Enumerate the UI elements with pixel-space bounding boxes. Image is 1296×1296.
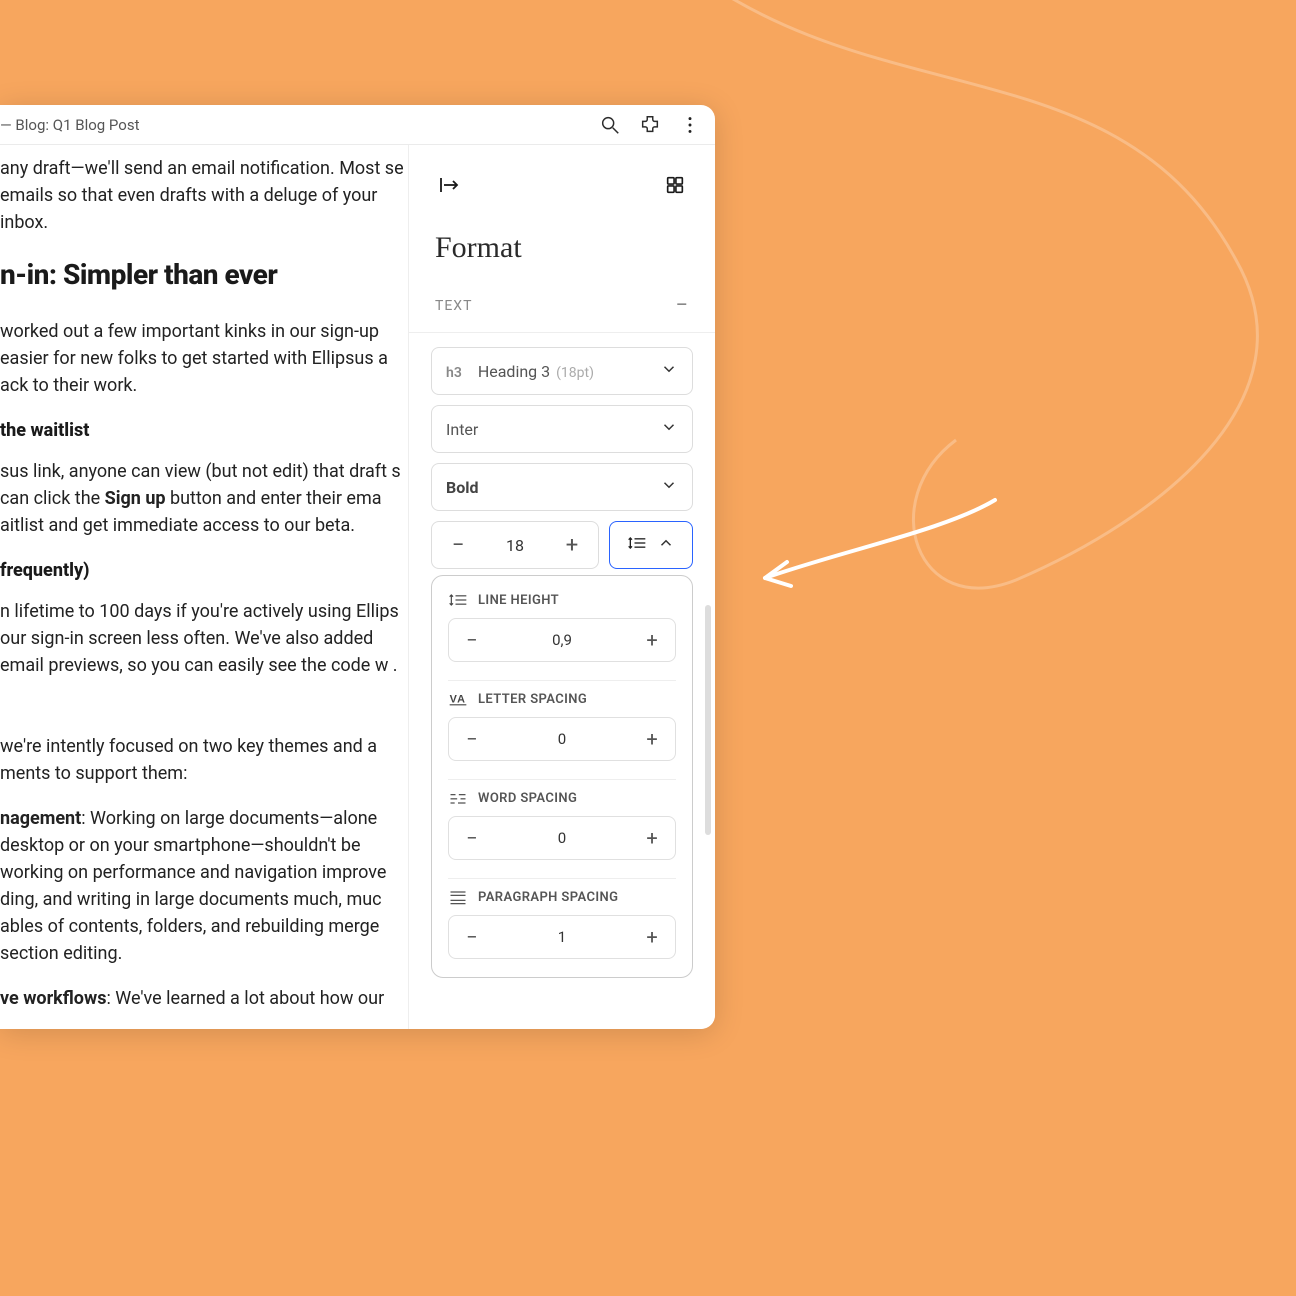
font-size-stepper[interactable]: − 18 + (431, 521, 599, 569)
letter-spacing-stepper[interactable]: − 0 + (448, 717, 676, 761)
app-window: — Blog: Q1 Blog Post any draft—we'll sen… (0, 105, 715, 1029)
paragraph-spacing-stepper[interactable]: − 1 + (448, 915, 676, 959)
divider (448, 878, 676, 879)
doc-heading-2: n-in: Simpler than ever (0, 254, 408, 296)
heading-style-select[interactable]: h3 Heading 3 (18pt) (431, 347, 693, 395)
decrement-button[interactable]: − (455, 722, 489, 756)
doc-paragraph: worked out a few important kinks in our … (0, 318, 408, 399)
font-size-value: 18 (476, 536, 554, 555)
chevron-down-icon (660, 418, 678, 440)
collapse-section-icon[interactable]: − (675, 293, 689, 318)
paragraph-spacing-label: PARAGRAPH SPACING (478, 890, 618, 905)
search-icon[interactable] (599, 114, 621, 136)
word-spacing-label: WORD SPACING (478, 791, 577, 806)
doc-paragraph: ve workflows: We've learned a lot about … (0, 985, 408, 1012)
chevron-down-icon (660, 476, 678, 498)
increment-button[interactable]: + (635, 920, 669, 954)
doc-paragraph: we're intently focused on two key themes… (0, 733, 408, 787)
doc-paragraph: n lifetime to 100 days if you're activel… (0, 598, 408, 679)
more-options-icon[interactable] (679, 114, 701, 136)
spacing-panel: LINE HEIGHT − 0,9 + VA (431, 575, 693, 978)
svg-text:A: A (457, 693, 465, 705)
doc-heading-3: frequently) (0, 557, 408, 584)
increment-button[interactable]: + (635, 821, 669, 855)
letter-spacing-value: 0 (489, 730, 635, 748)
divider (448, 779, 676, 780)
font-weight-select[interactable]: Bold (431, 463, 693, 511)
line-height-label: LINE HEIGHT (478, 593, 559, 608)
increment-button[interactable]: + (554, 527, 590, 563)
document-editor[interactable]: any draft—we'll send an email notificati… (0, 145, 408, 1029)
increment-button[interactable]: + (635, 722, 669, 756)
doc-paragraph: sus link, anyone can view (but not edit)… (0, 458, 408, 539)
word-spacing-stepper[interactable]: − 0 + (448, 816, 676, 860)
line-spacing-icon (627, 533, 647, 557)
collapse-panel-icon[interactable] (435, 171, 463, 199)
paragraph-spacing-icon (448, 887, 468, 907)
spacing-options-toggle[interactable] (609, 521, 693, 569)
panel-title: Format (409, 225, 715, 285)
doc-paragraph: any draft—we'll send an email notificati… (0, 155, 408, 236)
decrement-button[interactable]: − (455, 920, 489, 954)
panel-scrollbar[interactable] (705, 605, 711, 835)
doc-heading-3: the waitlist (0, 417, 408, 444)
letter-spacing-icon: VA (448, 689, 468, 709)
line-height-icon (448, 590, 468, 610)
word-spacing-icon (448, 788, 468, 808)
letter-spacing-label: LETTER SPACING (478, 692, 587, 707)
section-text-label: TEXT (435, 298, 472, 314)
divider (409, 332, 715, 333)
window-title: — Blog: Q1 Blog Post (0, 116, 140, 134)
increment-button[interactable]: + (635, 623, 669, 657)
grid-view-icon[interactable] (661, 171, 689, 199)
font-family-select[interactable]: Inter (431, 405, 693, 453)
format-panel: Format TEXT − h3 Heading 3 (18pt) (408, 145, 715, 1029)
paragraph-spacing-value: 1 (489, 928, 635, 946)
decrement-button[interactable]: − (455, 623, 489, 657)
line-height-stepper[interactable]: − 0,9 + (448, 618, 676, 662)
decrement-button[interactable]: − (440, 527, 476, 563)
chevron-up-icon (657, 534, 675, 556)
hint-arrow (745, 490, 1005, 600)
word-spacing-value: 0 (489, 829, 635, 847)
line-height-value: 0,9 (489, 631, 635, 649)
extensions-icon[interactable] (639, 114, 661, 136)
decrement-button[interactable]: − (455, 821, 489, 855)
divider (448, 680, 676, 681)
doc-paragraph: nagement: Working on large documents—alo… (0, 805, 408, 967)
chevron-down-icon (660, 360, 678, 382)
titlebar: — Blog: Q1 Blog Post (0, 105, 715, 145)
